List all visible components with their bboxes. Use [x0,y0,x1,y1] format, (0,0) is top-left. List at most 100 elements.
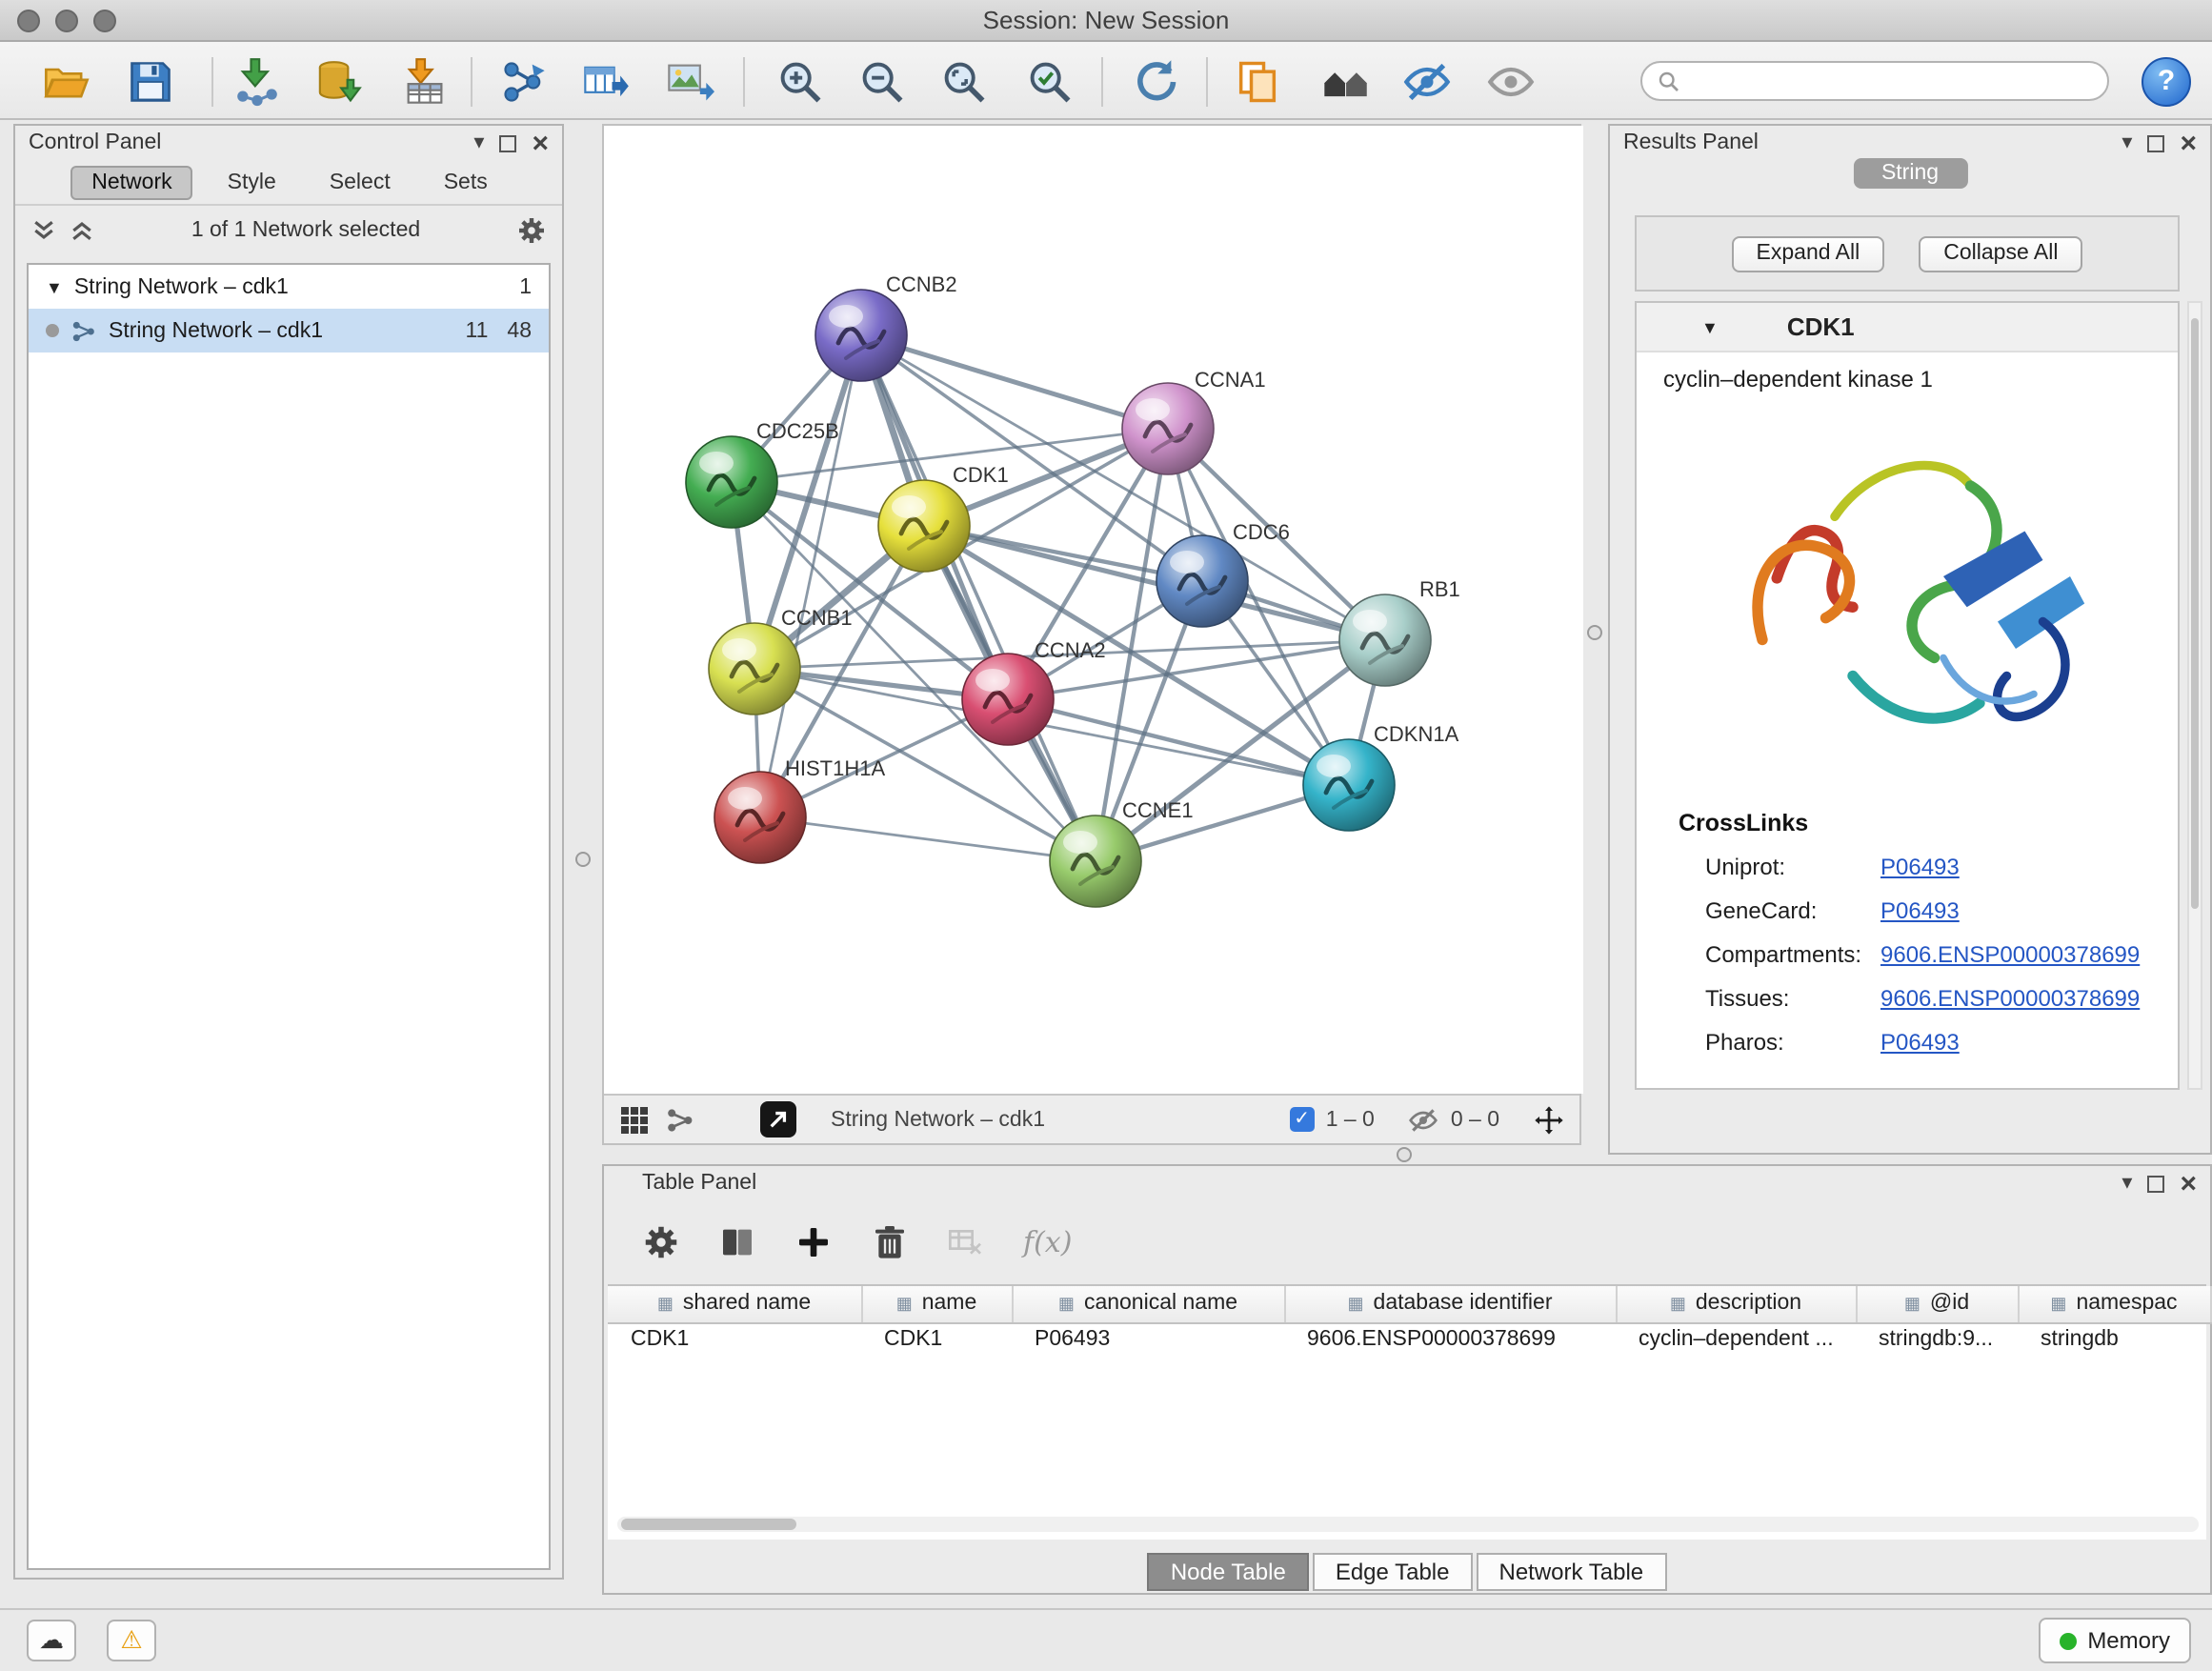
collapse-all-button[interactable]: Collapse All [1919,235,2082,272]
node-CCNB1[interactable]: CCNB1 [709,606,853,715]
network-collection-row[interactable]: ▼ String Network – cdk1 1 [29,265,549,309]
panel-float-icon[interactable] [499,134,516,151]
fit-content-button[interactable] [934,51,995,112]
edge-HIST1H1A-CCNE1[interactable] [760,817,1096,861]
column-header-shared-name[interactable]: ▦shared name [608,1286,861,1322]
network-row[interactable]: String Network – cdk1 11 48 [29,309,549,352]
minimize-window-button[interactable] [55,10,78,32]
collapse-triangle-icon[interactable]: ▼ [46,277,63,296]
cell-id[interactable]: stringdb:9... [1856,1322,2018,1355]
tab-style[interactable]: Style [209,167,295,197]
memory-button[interactable]: Memory [2038,1618,2191,1663]
tab-network-table[interactable]: Network Table [1477,1553,1667,1591]
node-CDK1[interactable]: CDK1 [878,463,1009,572]
panel-menu-icon[interactable]: ▾ [2122,1174,2132,1193]
import-network-from-file-button[interactable] [227,51,288,112]
home-button[interactable] [1315,51,1376,112]
column-header-canonical-name[interactable]: ▦canonical name [1012,1286,1284,1322]
tab-edge-table[interactable]: Edge Table [1313,1553,1473,1591]
network-canvas[interactable]: CCNB2CCNA1CDC25BCDK1CDC6RB1CCNB1CCNA2CDK… [604,126,1583,1094]
show-graphics-details-button[interactable] [1480,51,1541,112]
selection-checkbox[interactable]: ✓ [1290,1107,1315,1132]
column-header-database-identifier[interactable]: ▦database identifier [1284,1286,1616,1322]
tab-string[interactable]: String [1853,158,1967,189]
vertical-splitter-handle[interactable] [575,852,591,867]
node-CCNA1[interactable]: CCNA1 [1122,368,1266,474]
uniprot-link[interactable]: P06493 [1880,853,1960,879]
panel-float-icon[interactable] [2147,1175,2164,1192]
node-CCNB2[interactable]: CCNB2 [815,272,957,381]
zoom-selected-button[interactable] [1019,51,1080,112]
horizontal-splitter-handle[interactable] [1397,1147,1412,1162]
cell-description[interactable]: cyclin–dependent ... [1616,1322,1856,1355]
panel-close-icon[interactable]: × [2180,132,2197,153]
cell-name[interactable]: CDK1 [861,1322,1012,1355]
zoom-in-button[interactable] [770,51,831,112]
warnings-button[interactable]: ⚠ [107,1620,156,1661]
expand-all-button[interactable]: Expand All [1732,235,1885,272]
maximize-window-button[interactable] [93,10,116,32]
add-column-plus-icon[interactable] [794,1223,833,1261]
gene-entry-header[interactable]: ▼ CDK1 [1637,303,2178,352]
hide-graphics-details-button[interactable] [1397,51,1458,112]
column-header-description[interactable]: ▦description [1616,1286,1856,1322]
panel-menu-icon[interactable]: ▾ [2122,133,2132,152]
compartments-link[interactable]: 9606.ENSP00000378699 [1880,940,2140,967]
scrollbar-thumb[interactable] [621,1519,796,1530]
edge-CCNB2-CCNE1[interactable] [861,335,1096,861]
delete-column-trash-icon[interactable] [871,1223,909,1261]
horizontal-scrollbar[interactable] [617,1517,2199,1532]
zoom-out-button[interactable] [852,51,913,112]
vertical-splitter-handle[interactable] [1587,625,1602,640]
edge-CDK1-RB1[interactable] [924,526,1385,640]
open-session-button[interactable] [36,51,97,112]
pharos-link[interactable]: P06493 [1880,1028,1960,1055]
cell-namespace[interactable]: stringdb [2018,1322,2210,1355]
save-session-button[interactable] [120,51,181,112]
show-columns-icon[interactable] [718,1223,756,1261]
table-settings-gear-icon[interactable] [642,1223,680,1261]
node-HIST1H1A[interactable]: HIST1H1A [714,756,885,863]
import-network-from-database-button[interactable] [309,51,370,112]
edge-CCNB2-CCNA1[interactable] [861,335,1168,429]
export-network-button[interactable] [493,51,554,112]
column-header-name[interactable]: ▦name [861,1286,1012,1322]
network-options-gear-icon[interactable] [516,215,547,246]
export-table-button[interactable] [575,51,636,112]
node-RB1[interactable]: RB1 [1339,577,1460,686]
search-input[interactable] [1690,70,2092,92]
panel-menu-icon[interactable]: ▾ [473,133,484,152]
column-header-namespace[interactable]: ▦namespac [2018,1286,2210,1322]
apply-preferred-layout-button[interactable] [1124,51,1185,112]
scrollbar-thumb[interactable] [2191,318,2199,909]
duplicate-page-button[interactable] [1227,51,1288,112]
import-table-from-file-button[interactable] [394,51,455,112]
expand-tree-icon[interactable] [30,217,57,244]
cell-database-identifier[interactable]: 9606.ENSP00000378699 [1284,1322,1616,1355]
detach-view-button[interactable] [760,1101,796,1137]
edge-CCNB2-HIST1H1A[interactable] [760,335,861,817]
tab-sets[interactable]: Sets [425,167,507,197]
close-window-button[interactable] [17,10,40,32]
results-scrollbar[interactable] [2187,301,2202,1090]
export-image-button[interactable] [659,51,720,112]
collapse-tree-icon[interactable] [69,217,95,244]
genecard-link[interactable]: P06493 [1880,896,1960,923]
tab-select[interactable]: Select [311,167,410,197]
network-overview-icon[interactable] [665,1104,695,1135]
collapse-triangle-icon[interactable]: ▼ [1701,317,1719,336]
tab-node-table[interactable]: Node Table [1148,1553,1309,1591]
panel-close-icon[interactable]: × [2180,1173,2197,1194]
tissues-link[interactable]: 9606.ENSP00000378699 [1880,984,2140,1011]
cell-canonical-name[interactable]: P06493 [1012,1322,1284,1355]
panel-close-icon[interactable]: × [532,132,549,153]
panel-float-icon[interactable] [2147,134,2164,151]
table-row[interactable]: CDK1 CDK1 P06493 9606.ENSP00000378699 cy… [608,1322,2210,1355]
cloud-button[interactable]: ☁ [27,1620,76,1661]
birds-eye-grid-icon[interactable] [619,1104,650,1135]
cell-shared-name[interactable]: CDK1 [608,1322,861,1355]
tab-network[interactable]: Network [70,165,192,199]
help-button[interactable]: ? [2142,57,2191,107]
crosshair-move-icon[interactable] [1534,1104,1564,1135]
column-header-id[interactable]: ▦@id [1856,1286,2018,1322]
